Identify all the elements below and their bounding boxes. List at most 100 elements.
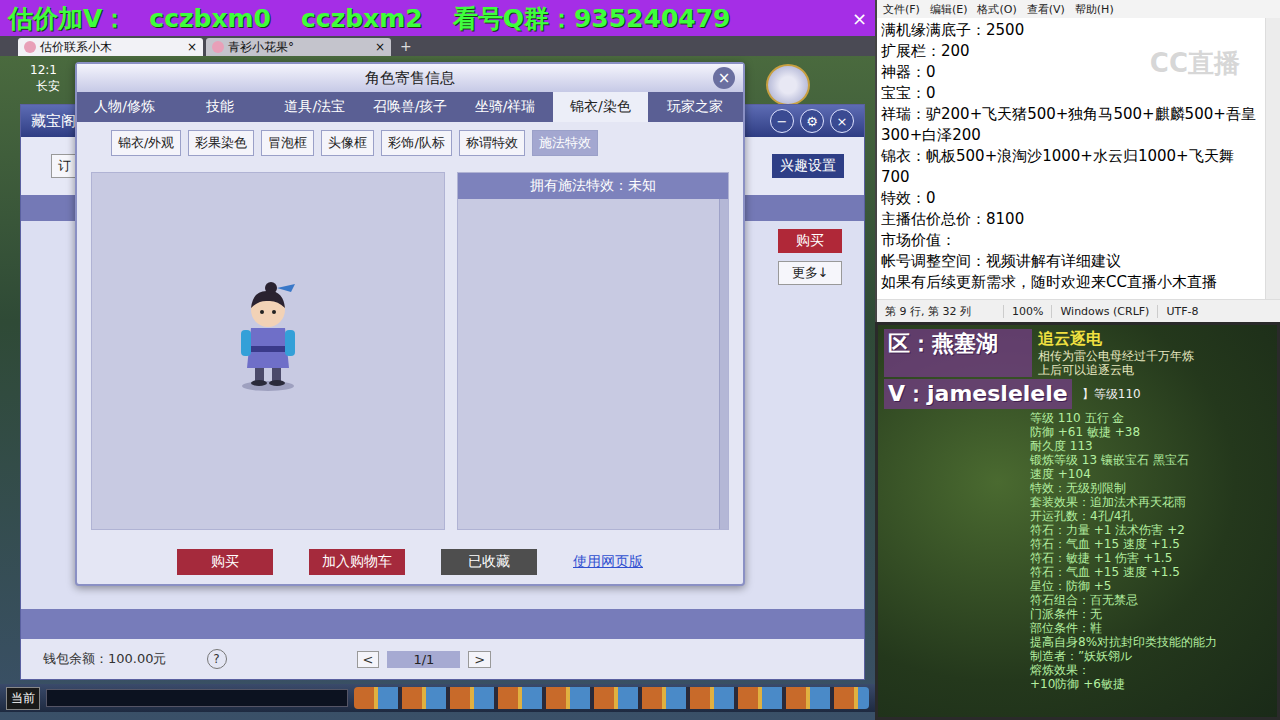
dialog-buttons: 购买 加入购物车 已收藏 使用网页版 — [77, 540, 743, 584]
notepad-window: 文件(F) 编辑(E) 格式(O) 查看(V) 帮助(H)满机缘满底子：2500扩展栏：… — [875, 0, 1280, 322]
dialog-subtab[interactable]: 冒泡框 — [261, 130, 314, 156]
text-line: 特效：0 — [881, 188, 1261, 209]
notepad-status-bar: 第 9 行, 第 32 列100%Windows (CRLF)UTF-8 — [877, 299, 1280, 322]
item-name: 追云逐电 — [1038, 329, 1271, 349]
item-stat: 门派条件：无 — [1030, 607, 1271, 621]
banner: 估价加V：cczbxm0cczbxm2看号Q群：935240479× — [0, 0, 875, 36]
pager: <1/1 > — [357, 651, 492, 668]
capture-contact-row: V：jameslelele 】等级110 — [884, 379, 1271, 409]
dialog-tab[interactable]: 技能 — [172, 92, 267, 122]
item-stat: 部位条件：鞋 — [1030, 621, 1271, 635]
dialog-tab[interactable]: 玩家之家 — [648, 92, 743, 122]
order-button[interactable]: 订 — [51, 154, 78, 178]
dialog-subtab[interactable]: 施法特效 — [532, 130, 598, 156]
dialog-tab[interactable]: 坐骑/祥瑞 — [458, 92, 553, 122]
text-line: 宝宝：0 — [881, 83, 1261, 104]
dialog-subtabs: 锦衣/外观彩果染色冒泡框头像框彩饰/队标称谓特效施法特效 — [77, 122, 743, 164]
screen: 估价加V：cczbxm0cczbxm2看号Q群：935240479×估价联系小木… — [0, 0, 1280, 720]
banner-text: cczbxm0 — [149, 4, 271, 33]
market-footer-strip — [21, 609, 864, 639]
item-tooltip: 等级 110 五行 金防御 +61 敏捷 +38耐久度 113锻炼等级 13 镶… — [1030, 411, 1271, 691]
banner-text: cczbxm2 — [301, 4, 423, 33]
effects-panel: 拥有施法特效：未知 — [457, 172, 729, 530]
dialog-tab[interactable]: 人物/修炼 — [77, 92, 172, 122]
window-control-button[interactable]: × — [830, 109, 854, 133]
dialog-subtab[interactable]: 彩饰/队标 — [381, 130, 451, 156]
status-item: UTF-8 — [1157, 305, 1206, 318]
notepad-menu: 文件(F) 编辑(E) 格式(O) 查看(V) 帮助(H) — [877, 0, 1280, 18]
close-icon[interactable]: × — [852, 8, 867, 29]
scrollbar[interactable] — [1265, 18, 1280, 299]
dialog-tab[interactable]: 道具/法宝 — [267, 92, 362, 122]
notepad-text[interactable]: 满机缘满底子：2500扩展栏：200神器：0宝宝：0祥瑞：驴200+飞天猪500… — [877, 18, 1265, 299]
text-line: 锦衣：帆板500+浪淘沙1000+水云归1000+飞天舞700 — [881, 146, 1261, 188]
item-stat: 等级 110 五行 金 — [1030, 411, 1271, 425]
browser-tab[interactable]: 青衫小花果°× — [206, 38, 391, 56]
game-location: 长安 — [36, 78, 60, 94]
window-control-button[interactable]: ⚙ — [800, 109, 824, 133]
scrollbar[interactable] — [719, 199, 728, 529]
item-stat: 制造者：”妖妖翎ル — [1030, 649, 1271, 663]
dialog-close-button[interactable]: × — [713, 67, 735, 89]
text-line: 满机缘满底子：2500 — [881, 20, 1261, 41]
buy-button[interactable]: 购买 — [778, 229, 842, 253]
dialog-tab[interactable]: 锦衣/染色 — [553, 92, 648, 122]
item-stat: 符石：气血 +15 速度 +1.5 — [1030, 565, 1271, 579]
dialog-button[interactable]: 已收藏 — [441, 549, 537, 575]
chat-input[interactable] — [46, 689, 348, 707]
tab-favicon-icon — [24, 41, 36, 53]
item-stat: 符石：敏捷 +1 伤害 +1.5 — [1030, 551, 1271, 565]
text-line: 帐号调整空间：视频讲解有详细建议 — [881, 251, 1261, 272]
status-item: 100% — [1003, 305, 1051, 318]
more-button[interactable]: 更多↓ — [778, 261, 842, 285]
next-page-button[interactable]: > — [468, 651, 491, 668]
browser-tab[interactable]: 估价联系小木× — [18, 38, 203, 56]
menu-item[interactable]: 格式(O) — [977, 2, 1016, 17]
interest-settings-button[interactable]: 兴趣设置 — [772, 154, 844, 178]
dialog-subtab[interactable]: 锦衣/外观 — [111, 130, 181, 156]
tab-favicon-icon — [212, 41, 224, 53]
watermark: CC直播 — [1150, 46, 1240, 81]
page-indicator: 1/1 — [387, 651, 460, 668]
wallet-balance: 钱包余额：100.00元 — [43, 650, 167, 668]
window-control-button[interactable]: − — [770, 109, 794, 133]
item-requirement: 】等级110 — [1082, 387, 1141, 401]
dialog-button[interactable]: 使用网页版 — [573, 549, 643, 575]
item-stat: 速度 +104 — [1030, 467, 1271, 481]
item-stat: 防御 +61 敏捷 +38 — [1030, 425, 1271, 439]
dialog-tabs: 人物/修炼技能道具/法宝召唤兽/孩子坐骑/祥瑞锦衣/染色玩家之家 — [77, 92, 743, 122]
market-footer: 钱包余额：100.00元? <1/1 > — [21, 639, 864, 679]
effects-list — [458, 199, 728, 529]
menu-item[interactable]: 查看(V) — [1027, 2, 1065, 17]
browser-tab-bar: 估价联系小木×青衫小花果°×+ — [0, 36, 875, 56]
item-stat: 开运孔数：4孔/4孔 — [1030, 509, 1271, 523]
item-stat: 套装效果：追加法术再天花雨 — [1030, 495, 1271, 509]
prev-page-button[interactable]: < — [357, 651, 380, 668]
item-description: 相传为雷公电母经过千万年炼 — [1038, 349, 1271, 363]
new-tab-button[interactable]: + — [394, 38, 418, 54]
player-avatar-icon[interactable] — [766, 64, 810, 106]
notepad-editor: 满机缘满底子：2500扩展栏：200神器：0宝宝：0祥瑞：驴200+飞天猪500… — [877, 18, 1280, 299]
help-button[interactable]: ? — [207, 649, 227, 669]
character-icon — [233, 280, 303, 392]
dialog-subtab[interactable]: 彩果染色 — [188, 130, 254, 156]
item-description: 上后可以追逐云电 — [1038, 363, 1271, 377]
stream-capture: 区：燕塞湖追云逐电相传为雷公电母经过千万年炼上后可以追逐云电V：jameslel… — [875, 322, 1280, 720]
dialog-button[interactable]: 加入购物车 — [309, 549, 405, 575]
left-column: 估价加V：cczbxm0cczbxm2看号Q群：935240479×估价联系小木… — [0, 0, 875, 720]
tab-close-icon[interactable]: × — [375, 40, 385, 54]
dialog-button[interactable]: 购买 — [177, 549, 273, 575]
contact-label: V：jameslelele — [884, 379, 1072, 409]
status-item: Windows (CRLF) — [1051, 305, 1157, 318]
menu-item[interactable]: 帮助(H) — [1075, 2, 1114, 17]
menu-item[interactable]: 编辑(E) — [930, 2, 968, 17]
dialog-subtab[interactable]: 称谓特效 — [459, 130, 525, 156]
game-scene: 12:1长安藏宝阁−⚙×订兴趣设置购买更多↓钱包余额：100.00元?<1/1>… — [0, 56, 875, 720]
chat-channel-button[interactable]: 当前 — [6, 687, 40, 710]
menu-item[interactable]: 文件(F) — [883, 2, 920, 17]
effects-header: 拥有施法特效：未知 — [458, 173, 728, 199]
dialog-subtab[interactable]: 头像框 — [321, 130, 374, 156]
item-stat: 符石组合：百无禁忌 — [1030, 593, 1271, 607]
dialog-tab[interactable]: 召唤兽/孩子 — [362, 92, 457, 122]
tab-close-icon[interactable]: × — [187, 40, 197, 54]
